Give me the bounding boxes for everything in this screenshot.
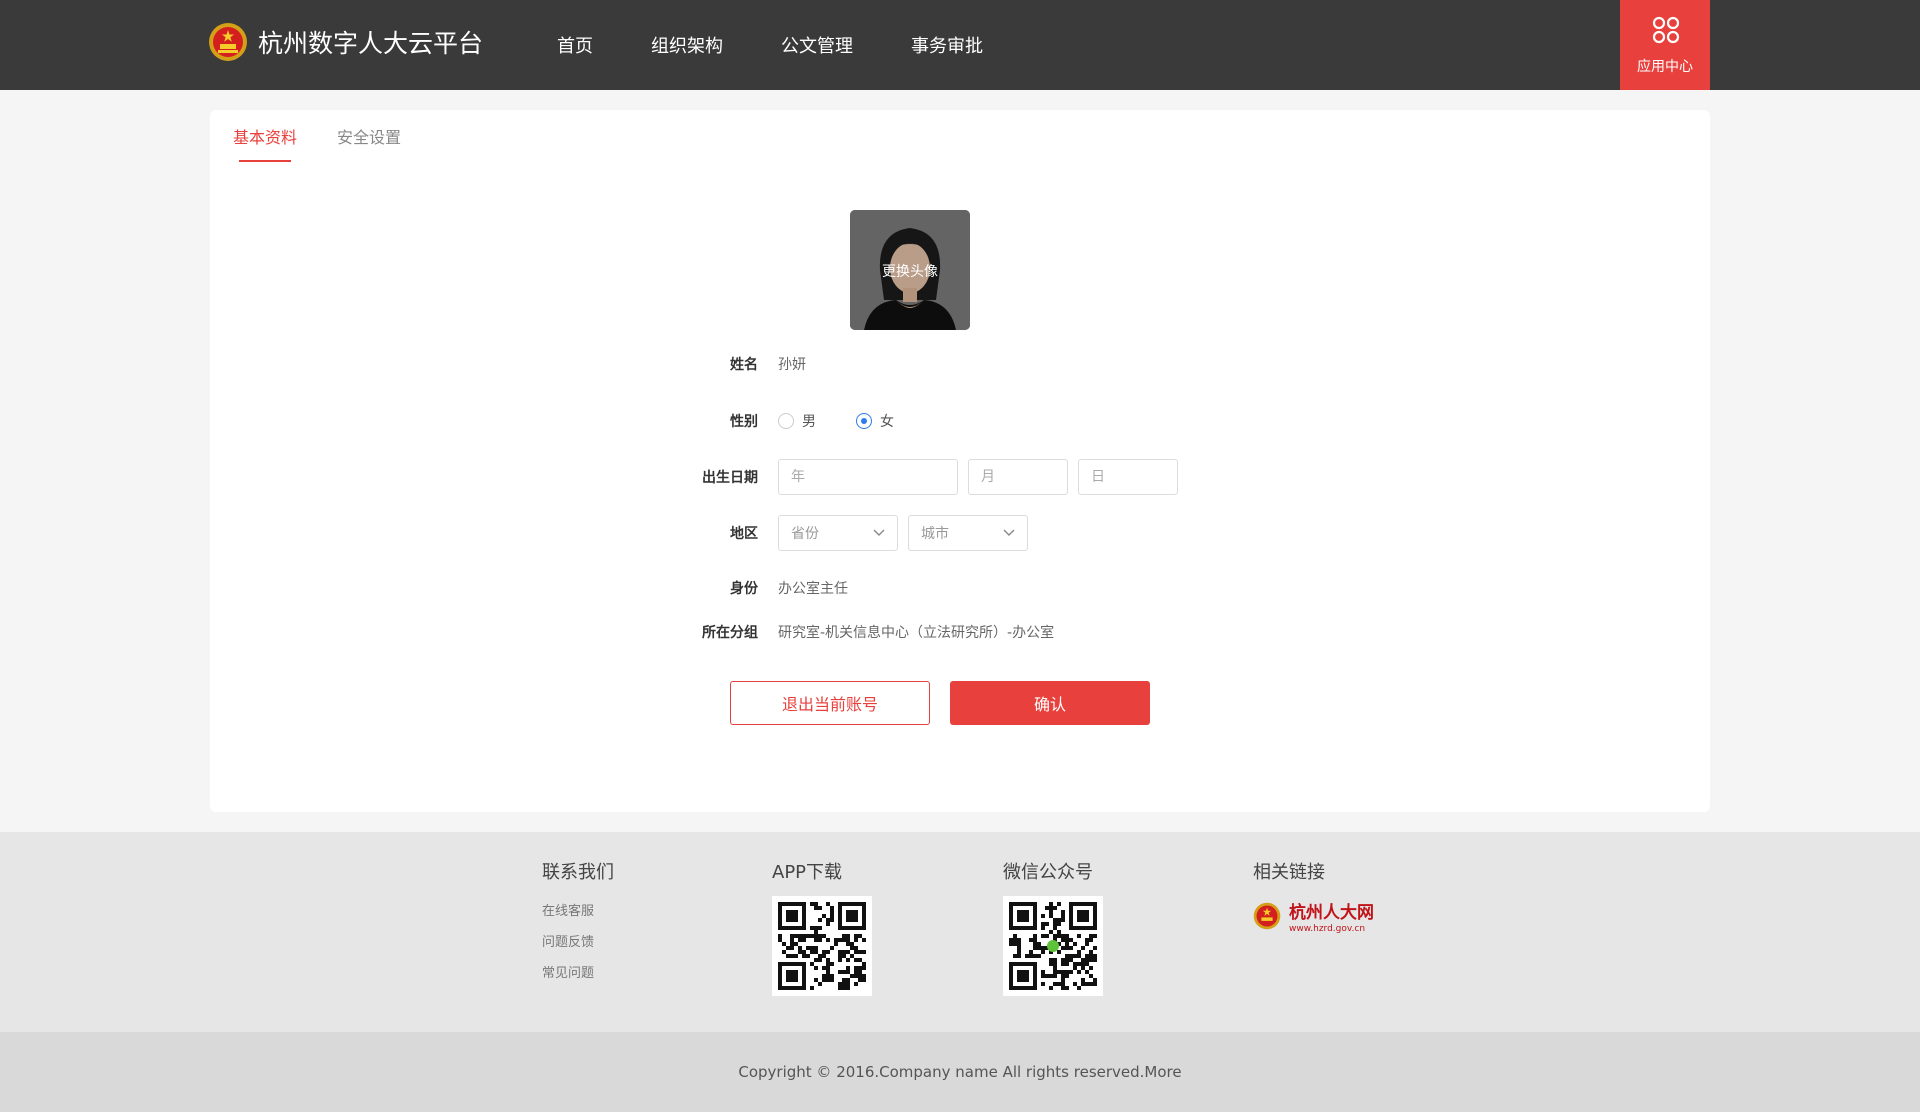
national-emblem-icon [1253, 902, 1281, 930]
identity-value: 办公室主任 [778, 581, 848, 597]
gender-female-label: 女 [880, 414, 894, 430]
footer-app: APP下载 [772, 858, 872, 996]
region-label: 地区 [730, 526, 758, 542]
chevron-down-icon [1003, 529, 1015, 536]
name-label: 姓名 [730, 357, 758, 373]
gender-label: 性别 [730, 414, 758, 430]
national-emblem-icon [209, 23, 247, 61]
chevron-down-icon [873, 529, 885, 536]
footer-wechat-title: 微信公众号 [1003, 862, 1093, 883]
app-center-button[interactable]: 应用中心 [1620, 0, 1710, 90]
footer-wechat: 微信公众号 [1003, 858, 1103, 996]
footer-contact: 联系我们 在线客服 问题反馈 常见问题 [542, 858, 614, 981]
name-row: 姓名 孙妍 [660, 354, 1420, 374]
main-nav: 首页 组织架构 公文管理 事务审批 [557, 0, 1041, 90]
birth-month-input[interactable] [968, 459, 1068, 495]
footer-links: 相关链接 杭州人大网 www.hzrd.gov.cn [1253, 858, 1374, 934]
radio-unchecked-icon [778, 413, 794, 429]
radio-checked-icon [856, 413, 872, 429]
qr-code-icon [1009, 902, 1097, 990]
tab-security-settings[interactable]: 安全设置 [337, 124, 401, 162]
footer: 联系我们 在线客服 问题反馈 常见问题 APP下载 微信公众号 相关链接 杭州人… [0, 832, 1920, 1032]
confirm-button[interactable]: 确认 [950, 681, 1150, 725]
region-row: 地区 省份 城市 [660, 515, 1420, 551]
copyright-text: Copyright © 2016.Company name All rights… [738, 1063, 1182, 1081]
app-title: 杭州数字人大云平台 [258, 29, 484, 58]
nav-approvals[interactable]: 事务审批 [911, 32, 983, 58]
app-center-label: 应用中心 [1637, 59, 1693, 75]
logout-button[interactable]: 退出当前账号 [730, 681, 930, 725]
city-placeholder: 城市 [921, 526, 949, 542]
qr-code-icon [778, 902, 866, 990]
identity-label: 身份 [730, 581, 758, 597]
footer-links-title: 相关链接 [1253, 862, 1325, 883]
hzrd-url: www.hzrd.gov.cn [1289, 924, 1366, 934]
province-select[interactable]: 省份 [778, 515, 898, 551]
group-value: 研究室-机关信息中心（立法研究所）-办公室 [778, 625, 1055, 641]
avatar[interactable]: 更换头像 [850, 210, 970, 330]
footer-link-feedback[interactable]: 问题反馈 [542, 931, 614, 950]
gender-row: 性别 男 女 [660, 411, 1420, 431]
footer-link-online-service[interactable]: 在线客服 [542, 900, 614, 919]
logo[interactable]: 杭州数字人大云平台 [208, 22, 483, 62]
nav-documents[interactable]: 公文管理 [781, 32, 853, 58]
birth-year-input[interactable] [778, 459, 958, 495]
birth-day-input[interactable] [1078, 459, 1178, 495]
birth-date-label: 出生日期 [702, 470, 758, 486]
wechat-qr-code[interactable] [1003, 896, 1103, 996]
footer-link-faq[interactable]: 常见问题 [542, 962, 614, 981]
apps-grid-icon [1652, 16, 1680, 44]
hzrd-link[interactable]: 杭州人大网 www.hzrd.gov.cn [1253, 898, 1374, 934]
province-placeholder: 省份 [791, 526, 819, 542]
app-download-qr-code[interactable] [772, 896, 872, 996]
gender-male-label: 男 [802, 414, 816, 430]
identity-row: 身份 办公室主任 [660, 578, 1420, 598]
copyright-bar: Copyright © 2016.Company name All rights… [0, 1032, 1920, 1112]
birth-date-row: 出生日期 [660, 459, 1420, 495]
name-value: 孙妍 [778, 357, 806, 373]
gender-female-radio[interactable]: 女 [856, 411, 894, 431]
group-label: 所在分组 [702, 625, 758, 641]
footer-contact-title: 联系我们 [542, 862, 614, 883]
profile-card: 基本资料 安全设置 更换头像 姓名 孙妍 性别 男 女 出生日期 年 月 日 地… [210, 110, 1710, 812]
city-select[interactable]: 城市 [908, 515, 1028, 551]
footer-app-title: APP下载 [772, 862, 843, 883]
tab-basic-info[interactable]: 基本资料 [233, 124, 297, 162]
hzrd-name: 杭州人大网 [1289, 903, 1374, 923]
group-row: 所在分组 研究室-机关信息中心（立法研究所）-办公室 [660, 622, 1420, 642]
nav-organization[interactable]: 组织架构 [651, 32, 723, 58]
nav-home[interactable]: 首页 [557, 32, 593, 58]
gender-male-radio[interactable]: 男 [778, 411, 816, 431]
profile-tabs: 基本资料 安全设置 [233, 124, 441, 162]
gender-radio-group: 男 女 [778, 411, 934, 431]
top-header: 杭州数字人大云平台 首页 组织架构 公文管理 事务审批 应用中心 [0, 0, 1920, 90]
avatar-change-label: 更换头像 [882, 264, 938, 280]
